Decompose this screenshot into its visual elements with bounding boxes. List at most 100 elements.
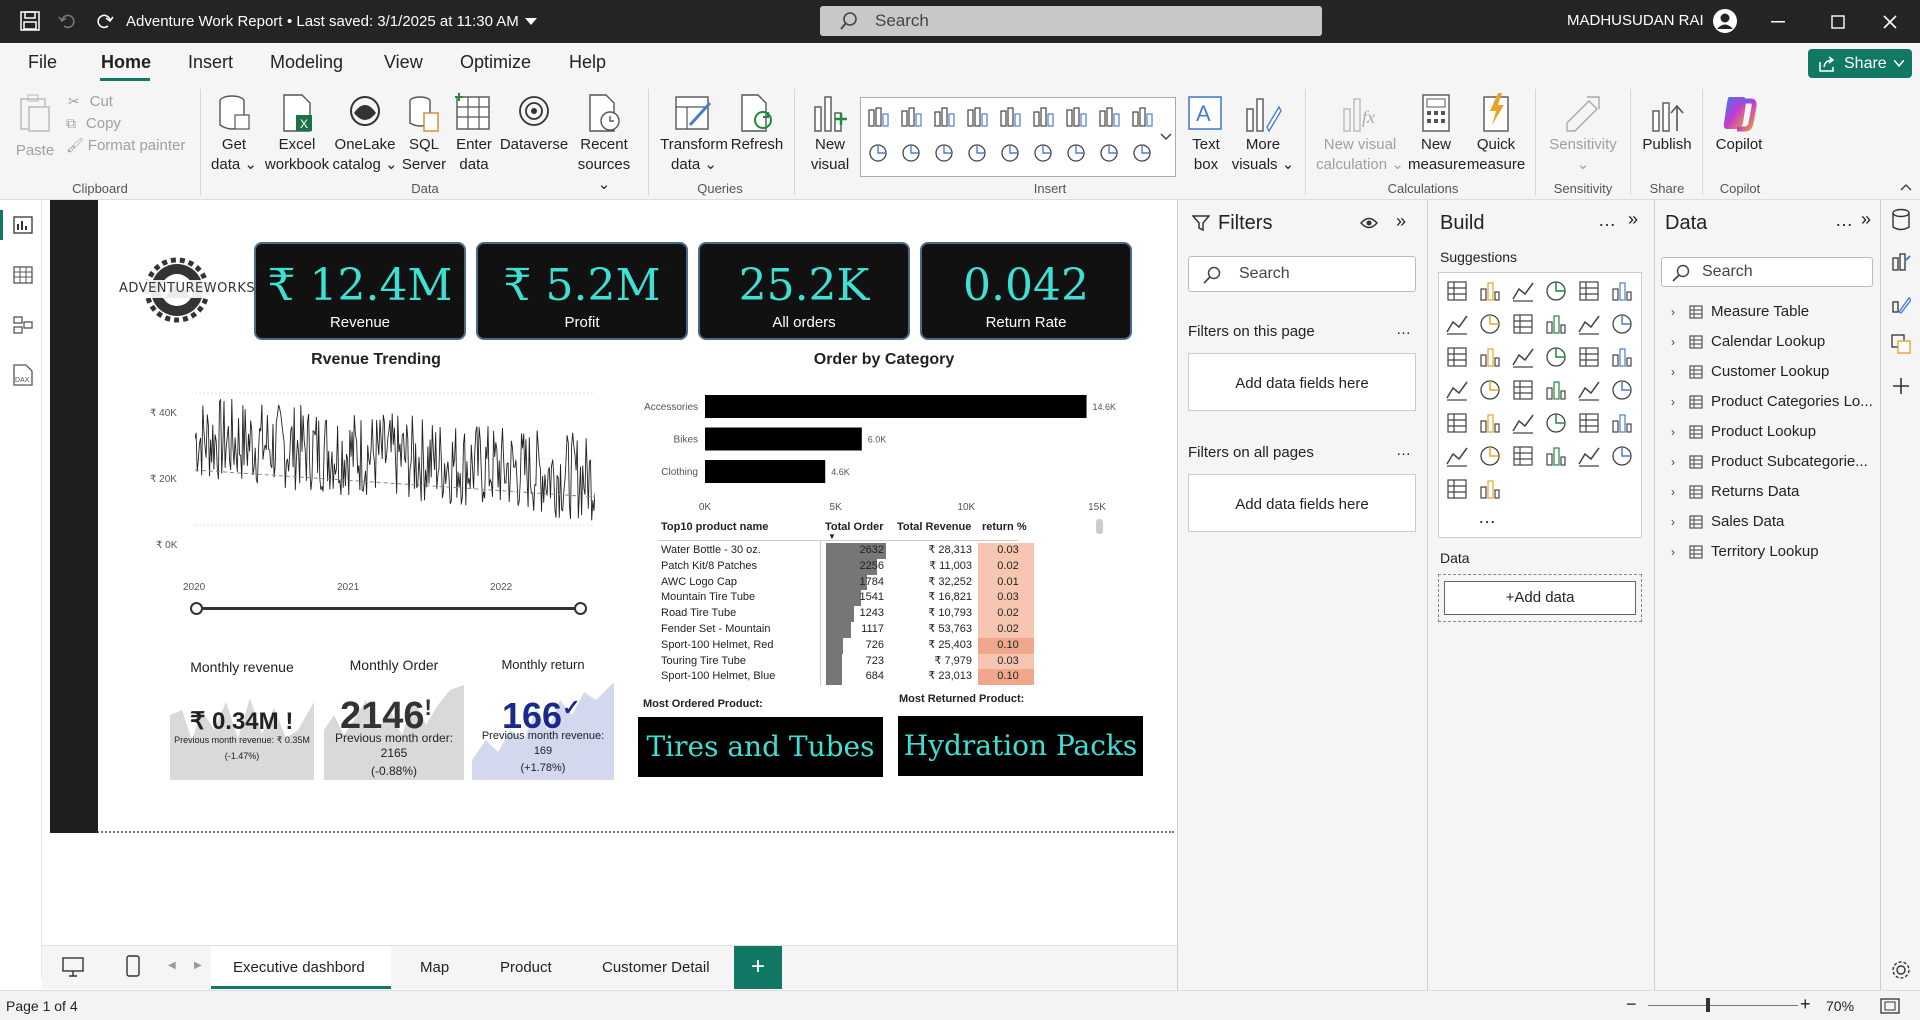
data-table-item[interactable]: › Sales Data [1655,507,1881,537]
data-table-item[interactable]: › Returns Data [1655,477,1881,507]
model-view-icon[interactable] [13,316,33,334]
visual-type-icon[interactable] [1544,411,1568,435]
page-tab-map[interactable]: Map [420,959,449,976]
data-table-item[interactable]: › Product Categories Lo... [1655,387,1881,417]
visual-type-icon[interactable] [1610,345,1634,369]
visual-type-icon[interactable] [1032,142,1054,164]
new-visual-calculation-button[interactable]: fx New visual calculation ⌄ [1316,93,1404,175]
column-header[interactable]: return % [982,521,1027,533]
visual-type-icon[interactable] [1478,411,1502,435]
build-pane-icon[interactable] [1891,252,1911,272]
dax-query-view-icon[interactable]: DAX [11,364,35,386]
order-by-category-chart[interactable]: Accessories 14.6K Bikes 6.0K Clothing 4.6K 0K 5… [630,385,1140,520]
visual-type-icon[interactable] [1544,345,1568,369]
table-scrollbar[interactable] [1096,519,1103,534]
monthly-revenue-card[interactable]: Monthly revenue ₹ 0.34M ! Previous month… [170,655,314,780]
get-data-button[interactable]: Get data ⌄ [208,93,260,175]
copilot-button[interactable]: Copilot [1710,93,1768,155]
visual-type-icon[interactable] [1544,279,1568,303]
collapse-filters-icon[interactable]: » [1396,211,1406,232]
text-box-button[interactable]: A Text box [1182,93,1230,175]
redo-icon[interactable] [96,12,114,30]
column-header[interactable]: Total Revenue [897,521,971,533]
data-table-item[interactable]: › Product Subcategorie... [1655,447,1881,477]
report-view-icon[interactable] [13,216,33,234]
filters-search-input[interactable]: Search [1188,256,1416,292]
expand-chevron-icon[interactable]: › [1671,537,1675,567]
visual-type-icon[interactable] [1445,378,1469,402]
visual-type-icon[interactable] [1445,345,1469,369]
table-row[interactable]: Fender Set - Mountain 1117 ₹ 53,763 0.02 [656,622,1036,638]
gallery-expand-icon[interactable] [1160,133,1172,141]
table-row[interactable]: Mountain Tire Tube 1541 ₹ 16,821 0.03 [656,590,1036,607]
recent-sources-button[interactable]: Recent sources ⌄ [572,93,636,195]
tab-modeling[interactable]: Modeling [270,52,343,73]
tab-insert[interactable]: Insert [188,52,233,73]
visual-type-icon[interactable] [1577,411,1601,435]
data-table-item[interactable]: › Customer Lookup [1655,357,1881,387]
page-tab-product[interactable]: Product [500,959,552,976]
visual-type-icon[interactable] [900,142,922,164]
visual-type-icon[interactable] [933,142,955,164]
scroll-right-icon[interactable]: ▶ [194,960,202,971]
zoom-out-icon[interactable]: − [1626,994,1637,1015]
visual-type-icon[interactable] [1577,279,1601,303]
more-options-icon[interactable]: … [1396,442,1411,459]
data-table-item[interactable]: › Calendar Lookup [1655,327,1881,357]
revenue-line[interactable] [195,398,595,521]
category-bar[interactable] [705,427,862,451]
visual-type-icon[interactable] [1445,279,1469,303]
most-returned-value[interactable]: Hydration Packs [898,716,1143,776]
undo-icon[interactable] [58,12,76,30]
more-visuals-icon[interactable]: … [1478,507,1496,528]
visual-type-icon[interactable] [1544,378,1568,402]
data-table-item[interactable]: › Territory Lookup [1655,537,1881,567]
eye-icon[interactable] [1360,216,1378,230]
visual-type-icon[interactable] [1511,312,1535,336]
visual-type-icon[interactable] [1065,142,1087,164]
transform-data-button[interactable]: Transform data ⌄ [658,93,730,175]
visual-type-icon[interactable] [999,106,1021,128]
copy-button[interactable]: ⧉ Copy [66,113,121,134]
visual-type-icon[interactable] [867,142,889,164]
zoom-in-icon[interactable]: + [1800,994,1811,1015]
table-row[interactable]: Sport-100 Helmet, Red 726 ₹ 25,403 0.10 [656,637,1036,654]
visual-type-icon[interactable] [966,142,988,164]
visual-type-icon[interactable] [1577,345,1601,369]
category-bar[interactable] [705,395,1087,418]
kpi-card-orders[interactable]: 25.2K All orders [698,242,910,340]
visual-type-icon[interactable] [1445,312,1469,336]
table-row[interactable]: Touring Tire Tube 723 ₹ 7,979 0.03 [656,653,1036,670]
more-options-icon[interactable]: … [1396,321,1411,338]
date-slider-track[interactable] [195,607,580,610]
visual-type-icon[interactable] [1478,444,1502,468]
page-tab-customer-detail[interactable]: Customer Detail [602,959,710,976]
maximize-icon[interactable] [1831,15,1845,29]
expand-chevron-icon[interactable]: › [1671,297,1675,327]
visual-type-icon[interactable] [1511,411,1535,435]
new-measure-button[interactable]: New measure [1408,93,1466,175]
mobile-layout-icon[interactable] [126,955,140,977]
date-slider-handle-end[interactable] [574,602,587,615]
add-data-button[interactable]: +Add data [1444,581,1636,615]
sensitivity-button[interactable]: Sensitivity ⌄ [1545,93,1621,175]
tab-view[interactable]: View [384,52,423,73]
tab-home[interactable]: Home [101,52,151,73]
refresh-button[interactable]: Refresh [730,93,784,155]
collapse-build-icon[interactable]: » [1628,209,1638,230]
new-visual-button[interactable]: New visual [804,93,856,175]
monthly-order-card[interactable]: Monthly Order 2146! Previous month order… [324,655,464,780]
data-pane-icon[interactable] [1891,208,1911,232]
visual-type-icon[interactable] [867,106,889,128]
visual-type-icon[interactable] [1445,444,1469,468]
visual-type-icon[interactable] [1445,477,1469,501]
search-input[interactable]: Search [820,6,1322,36]
filters-all-drop-zone[interactable]: Add data fields here [1188,474,1416,532]
visual-type-icon[interactable] [1478,279,1502,303]
collapse-ribbon-icon[interactable] [1900,183,1912,191]
visual-type-icon[interactable] [1098,142,1120,164]
visual-type-icon[interactable] [1544,444,1568,468]
category-bar[interactable] [705,460,826,483]
visual-gallery[interactable] [860,97,1176,177]
expand-chevron-icon[interactable]: › [1671,417,1675,447]
